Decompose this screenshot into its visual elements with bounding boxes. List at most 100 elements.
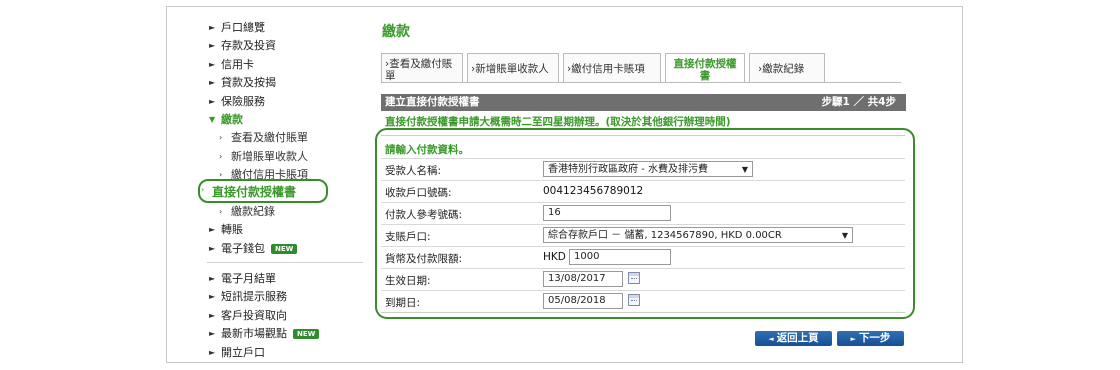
sidebar-item-label: 戶口總覽	[221, 21, 265, 34]
calendar-icon[interactable]	[628, 294, 640, 306]
expiry-date-label: 到期日:	[385, 297, 421, 309]
chevron-right-icon: ►	[209, 23, 216, 32]
payee-label: 受款人名稱:	[385, 165, 442, 177]
sidebar-item-label: 轉賬	[221, 223, 243, 237]
form-row-reference: 付款人參考號碼: 16	[381, 202, 905, 224]
chevron-right-icon: ›	[219, 133, 223, 143]
tab-divider	[381, 82, 901, 83]
sidebar-nav-secondary: ► 電子月結單 ► 短訊提示服務 ► 客戶投資取向 ► 最新市場觀點 NEW ► 開立戶口	[207, 270, 367, 362]
sidebar-item-account-overview[interactable]: ► 戶口總覽	[207, 19, 367, 37]
chevron-right-icon: ►	[209, 41, 216, 51]
sidebar-item-label: 電子錢包	[221, 241, 265, 255]
reference-label: 付款人參考號碼:	[385, 209, 463, 221]
next-button[interactable]: ► 下一步	[837, 331, 904, 346]
form-row-expiry-date: 到期日: 05/08/2018	[381, 290, 905, 312]
next-button-label: 下一步	[858, 332, 891, 344]
limit-input[interactable]: 1000	[569, 249, 671, 265]
tab-label: 新增賬單收款人	[475, 63, 549, 75]
sidebar-item-label: 繳款	[221, 112, 243, 126]
chevron-right-icon: ►	[209, 274, 216, 283]
back-button-label: 返回上頁	[776, 332, 819, 344]
limit-label: 貨幣及付款限額:	[385, 253, 463, 265]
sidebar-item-payments[interactable]: ▼ 繳款	[207, 111, 367, 129]
effective-date-input[interactable]: 13/08/2017	[543, 271, 623, 287]
sidebar-item-label: 存款及投資	[221, 39, 276, 53]
chevron-right-icon: ›	[201, 185, 205, 194]
back-button[interactable]: ◄ 返回上頁	[755, 331, 832, 346]
account-number-label: 收款戶口號碼:	[385, 187, 452, 199]
sidebar-item-sms-alerts[interactable]: ► 短訊提示服務	[207, 288, 367, 306]
chevron-right-icon: ►	[209, 243, 216, 253]
chevron-right-icon: ►	[850, 335, 856, 343]
tab-label: 查看及繳付賬單	[385, 58, 453, 82]
tab-pay-credit-card[interactable]: ›繳付信用卡賬項	[563, 53, 661, 83]
page-title: 繳款	[382, 24, 410, 40]
sidebar-subitem-payment-history[interactable]: › 繳款紀錄	[207, 203, 367, 221]
tab-direct-debit[interactable]: 直接付款授權書	[665, 53, 745, 83]
chevron-right-icon: ›	[219, 151, 223, 161]
calendar-icon[interactable]	[628, 272, 640, 284]
expiry-date-input[interactable]: 05/08/2018	[543, 293, 623, 309]
sidebar-item-label: 繳款紀錄	[231, 204, 275, 218]
payee-select[interactable]: 香港特別行政區政府 - 水費及排污費 ▼	[543, 161, 753, 177]
sidebar-item-risk-profile[interactable]: ► 客戶投資取向	[207, 307, 367, 325]
new-badge: NEW	[271, 243, 298, 254]
sidebar-item-credit-card[interactable]: ► 信用卡	[207, 56, 367, 74]
tab-view-pay-bills[interactable]: ›查看及繳付賬單	[381, 53, 463, 83]
sidebar-item-open-account[interactable]: ► 開立戶口	[207, 344, 367, 362]
chevron-right-icon: ►	[209, 96, 216, 106]
chevron-down-icon: ▼	[209, 114, 216, 124]
sidebar-item-deposits[interactable]: ► 存款及投資	[207, 37, 367, 55]
debit-account-select[interactable]: 綜合存款戶口 － 儲蓄, 1234567890, HKD 0.00CR ▼	[543, 227, 853, 243]
sidebar-item-market-views[interactable]: ► 最新市場觀點 NEW	[207, 325, 367, 343]
chevron-right-icon: ►	[209, 292, 216, 302]
payee-selected-value: 香港特別行政區政府 - 水費及排污費	[548, 164, 708, 175]
section-header: 建立直接付款授權書 步驟1 ／ 共4步	[381, 94, 906, 111]
section-title: 建立直接付款授權書	[385, 96, 480, 108]
sidebar-item-insurance[interactable]: ► 保險服務	[207, 93, 367, 111]
chevron-left-icon: ◄	[768, 335, 774, 343]
processing-notice: 直接付款授權書申請大概需時二至四星期辦理。(取決於其他銀行辦理時間)	[385, 116, 731, 128]
payment-form: 請輸入付款資料。 受款人名稱: 香港特別行政區政府 - 水費及排污費 ▼ 收款戶口…	[381, 135, 905, 313]
sidebar-item-label: 新增賬單收款人	[231, 149, 308, 163]
tab-add-payee[interactable]: ›新增賬單收款人	[467, 53, 559, 83]
sidebar-item-loans[interactable]: ► 貸款及按揭	[207, 74, 367, 92]
sidebar-item-e-statement[interactable]: ► 電子月結單	[207, 270, 367, 288]
tab-label: 繳付信用卡賬項	[571, 63, 645, 75]
limit-currency: HKD	[543, 251, 566, 263]
app-frame: ► 戶口總覽 ► 存款及投資 ► 信用卡 ► 貸款及按揭 ► 保險服務 ▼ 繳款 › 查看及繳…	[166, 6, 963, 363]
tab-payment-history[interactable]: ›繳款紀錄	[749, 53, 825, 83]
sidebar-item-label: 貸款及按揭	[221, 76, 276, 90]
tab-label: 直接付款授權書	[673, 58, 737, 82]
chevron-right-icon: ►	[209, 78, 216, 88]
form-row-debit-account: 支賬戶口: 綜合存款戶口 － 儲蓄, 1234567890, HKD 0.00C…	[381, 224, 905, 246]
chevron-right-icon: ►	[209, 310, 216, 320]
chevron-right-icon: ►	[209, 59, 216, 69]
form-row-effective-date: 生效日期: 13/08/2017	[381, 268, 905, 290]
sidebar-item-e-wallet[interactable]: ► 電子錢包 NEW	[207, 240, 367, 258]
chevron-right-icon: ►	[209, 225, 216, 235]
chevron-right-icon: ►	[209, 347, 216, 357]
form-row-limit: 貨幣及付款限額: HKD 1000	[381, 246, 905, 268]
new-badge: NEW	[293, 329, 320, 340]
form-caption: 請輸入付款資料。	[385, 144, 469, 156]
dropdown-caret-icon: ▼	[741, 165, 748, 174]
sidebar-item-label: 開立戶口	[221, 345, 265, 359]
sidebar-item-label: 查看及繳付賬單	[231, 131, 308, 145]
sidebar-subitem-view-pay-bills[interactable]: › 查看及繳付賬單	[207, 129, 367, 147]
form-row-account-number: 收款戶口號碼: 004123456789012	[381, 180, 905, 202]
sidebar-subitem-add-payee[interactable]: › 新增賬單收款人	[207, 148, 367, 166]
reference-input[interactable]: 16	[543, 205, 671, 221]
chevron-right-icon: ›	[219, 206, 223, 216]
tab-label: 繳款紀錄	[762, 63, 805, 75]
sidebar-item-transfer[interactable]: ► 轉賬	[207, 221, 367, 239]
sidebar-item-label: 電子月結單	[221, 272, 276, 285]
sidebar-item-label: 信用卡	[221, 57, 254, 71]
sidebar-nav: ► 戶口總覽 ► 存款及投資 ► 信用卡 ► 貸款及按揭 ► 保險服務 ▼ 繳款 › 查看及繳…	[207, 19, 367, 258]
sidebar-subitem-direct-debit[interactable]: 直接付款授權書	[212, 183, 296, 200]
account-number-value: 004123456789012	[543, 185, 644, 197]
dropdown-caret-icon: ▼	[841, 231, 848, 240]
chevron-right-icon: ►	[209, 329, 216, 339]
form-row-payee: 受款人名稱: 香港特別行政區政府 - 水費及排污費 ▼	[381, 158, 905, 180]
effective-date-label: 生效日期:	[385, 275, 431, 287]
